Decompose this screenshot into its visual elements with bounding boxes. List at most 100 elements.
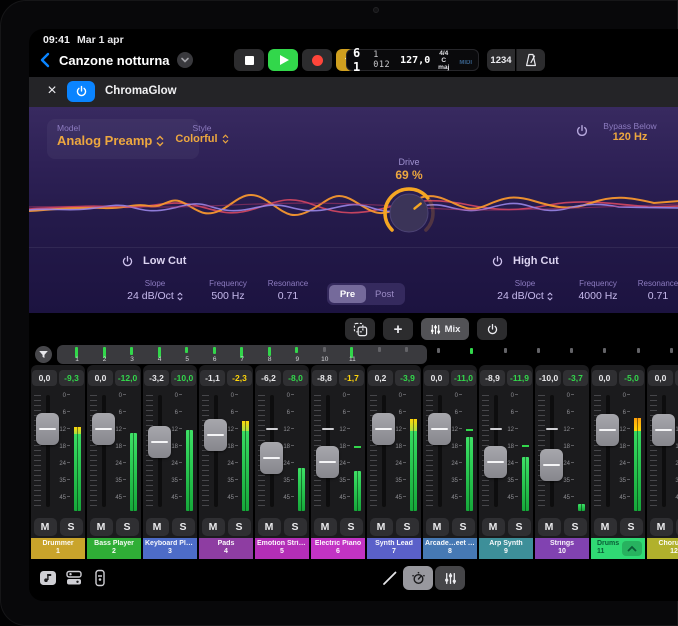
volume-value[interactable]: -10,0 [536, 370, 561, 386]
peak-value[interactable]: -10,0 [171, 370, 196, 386]
fader-handle[interactable] [204, 419, 227, 451]
peak-value[interactable]: -11,0 [451, 370, 476, 386]
record-button[interactable] [302, 49, 332, 71]
lcd-display[interactable]: 6 1 1 012 127,0 4/4 C maj MIDI [346, 49, 479, 71]
volume-value[interactable]: -1,1 [200, 370, 225, 386]
high-cut-frequency[interactable]: Frequency 4000 Hz [567, 279, 629, 302]
overview-slot[interactable]: 4 [146, 345, 174, 364]
peak-value[interactable]: -3,7 [563, 370, 588, 386]
overview-slot[interactable]: 9 [283, 345, 311, 364]
overview-slot[interactable]: 8 [256, 345, 284, 364]
overview-slot[interactable]: 2 [91, 345, 119, 364]
mix-view-button[interactable]: Mix [421, 318, 469, 340]
mixer-view-button[interactable] [435, 566, 465, 590]
mute-button[interactable]: M [482, 518, 505, 536]
fader-handle[interactable] [428, 413, 451, 445]
solo-button[interactable]: S [228, 518, 251, 536]
peak-value[interactable]: -2,3 [227, 370, 252, 386]
duplicate-button[interactable] [345, 318, 375, 340]
fader-strip-button[interactable] [89, 567, 111, 589]
peak-value[interactable]: -8,0 [283, 370, 308, 386]
loops-browser-button[interactable] [37, 567, 59, 589]
mute-button[interactable]: M [594, 518, 617, 536]
low-cut-resonance[interactable]: Resonance 0.71 [259, 279, 317, 302]
volume-value[interactable]: 0,0 [424, 370, 449, 386]
peak-value[interactable]: -1,7 [339, 370, 364, 386]
volume-value[interactable]: 0,0 [32, 370, 57, 386]
style-dropdown[interactable]: Style Colorful [157, 123, 247, 145]
volume-value[interactable]: 0,0 [592, 370, 617, 386]
track-label[interactable]: Chorus V12 [647, 538, 678, 559]
overview-slot[interactable] [366, 345, 394, 364]
high-cut-power-icon[interactable] [491, 255, 504, 268]
overview-visible-region[interactable]: 1234567891011 [57, 345, 427, 364]
count-in-button[interactable]: 1234 [487, 49, 515, 71]
solo-button[interactable]: S [172, 518, 195, 536]
low-cut-power-icon[interactable] [121, 255, 134, 268]
overview-slot[interactable]: 5 [173, 345, 201, 364]
volume-value[interactable]: -8,9 [480, 370, 505, 386]
fader-handle[interactable] [92, 413, 115, 445]
track-label[interactable]: Emotion Strings5 [255, 538, 309, 559]
fader-handle[interactable] [260, 442, 283, 474]
volume-value[interactable]: 0,0 [648, 370, 673, 386]
mixer-power-button[interactable] [477, 318, 507, 340]
peak-value[interactable]: -11,9 [507, 370, 532, 386]
song-title[interactable]: Canzone notturna [59, 53, 170, 68]
overview-slot[interactable]: 6 [201, 345, 229, 364]
drive-knob[interactable] [380, 184, 438, 242]
stop-button[interactable] [234, 49, 264, 71]
back-chevron-icon[interactable] [37, 51, 55, 69]
play-button[interactable] [268, 49, 298, 71]
solo-button[interactable]: S [340, 518, 363, 536]
peak-value[interactable]: -9,3 [59, 370, 84, 386]
volume-value[interactable]: 0,2 [368, 370, 393, 386]
peak-value[interactable]: -3,9 [395, 370, 420, 386]
overview-slot[interactable]: 10 [311, 345, 339, 364]
controls-view-button[interactable] [403, 566, 433, 590]
solo-button[interactable]: S [284, 518, 307, 536]
mute-button[interactable]: M [90, 518, 113, 536]
mute-button[interactable]: M [258, 518, 281, 536]
filter-button[interactable] [35, 346, 52, 363]
high-cut-slope[interactable]: Slope 24 dB/Oct [483, 279, 567, 302]
volume-value[interactable]: -8,8 [312, 370, 337, 386]
solo-button[interactable]: S [564, 518, 587, 536]
bypass-power-icon[interactable] [575, 124, 589, 138]
fader-handle[interactable] [372, 413, 395, 445]
mute-button[interactable]: M [370, 518, 393, 536]
track-label[interactable]: Synth Lead7 [367, 538, 421, 559]
mute-button[interactable]: M [314, 518, 337, 536]
overview-slot[interactable]: 3 [118, 345, 146, 364]
plugin-power-button[interactable] [67, 81, 95, 102]
peak-value[interactable]: -5,0 [619, 370, 644, 386]
solo-button[interactable]: S [620, 518, 643, 536]
overview-rest[interactable] [433, 345, 677, 364]
track-label[interactable]: Arp Synth9 [479, 538, 533, 559]
metronome-button[interactable] [516, 49, 545, 71]
mute-button[interactable]: M [146, 518, 169, 536]
collapse-button[interactable] [622, 541, 642, 556]
high-cut-resonance[interactable]: Resonance 0.71 [629, 279, 678, 302]
overview-slot[interactable]: 1 [63, 345, 91, 364]
fader-handle[interactable] [484, 446, 507, 478]
mute-button[interactable]: M [34, 518, 57, 536]
fader-handle[interactable] [540, 449, 563, 481]
solo-button[interactable]: S [396, 518, 419, 536]
solo-button[interactable]: S [116, 518, 139, 536]
add-button[interactable]: + [383, 318, 413, 340]
fader-handle[interactable] [596, 414, 619, 446]
overview-slot[interactable] [393, 345, 421, 364]
track-label[interactable]: Drums11 [591, 538, 645, 559]
close-icon[interactable]: × [43, 82, 61, 100]
song-menu-button[interactable] [177, 52, 193, 68]
volume-value[interactable]: -3,2 [144, 370, 169, 386]
mute-button[interactable]: M [538, 518, 561, 536]
solo-button[interactable]: S [508, 518, 531, 536]
volume-value[interactable]: 0,0 [88, 370, 113, 386]
fader-handle[interactable] [148, 426, 171, 458]
fader-handle[interactable] [36, 413, 59, 445]
plugins-button[interactable] [63, 567, 85, 589]
track-label[interactable]: Electric Piano6 [311, 538, 365, 559]
track-label[interactable]: Pads4 [199, 538, 253, 559]
